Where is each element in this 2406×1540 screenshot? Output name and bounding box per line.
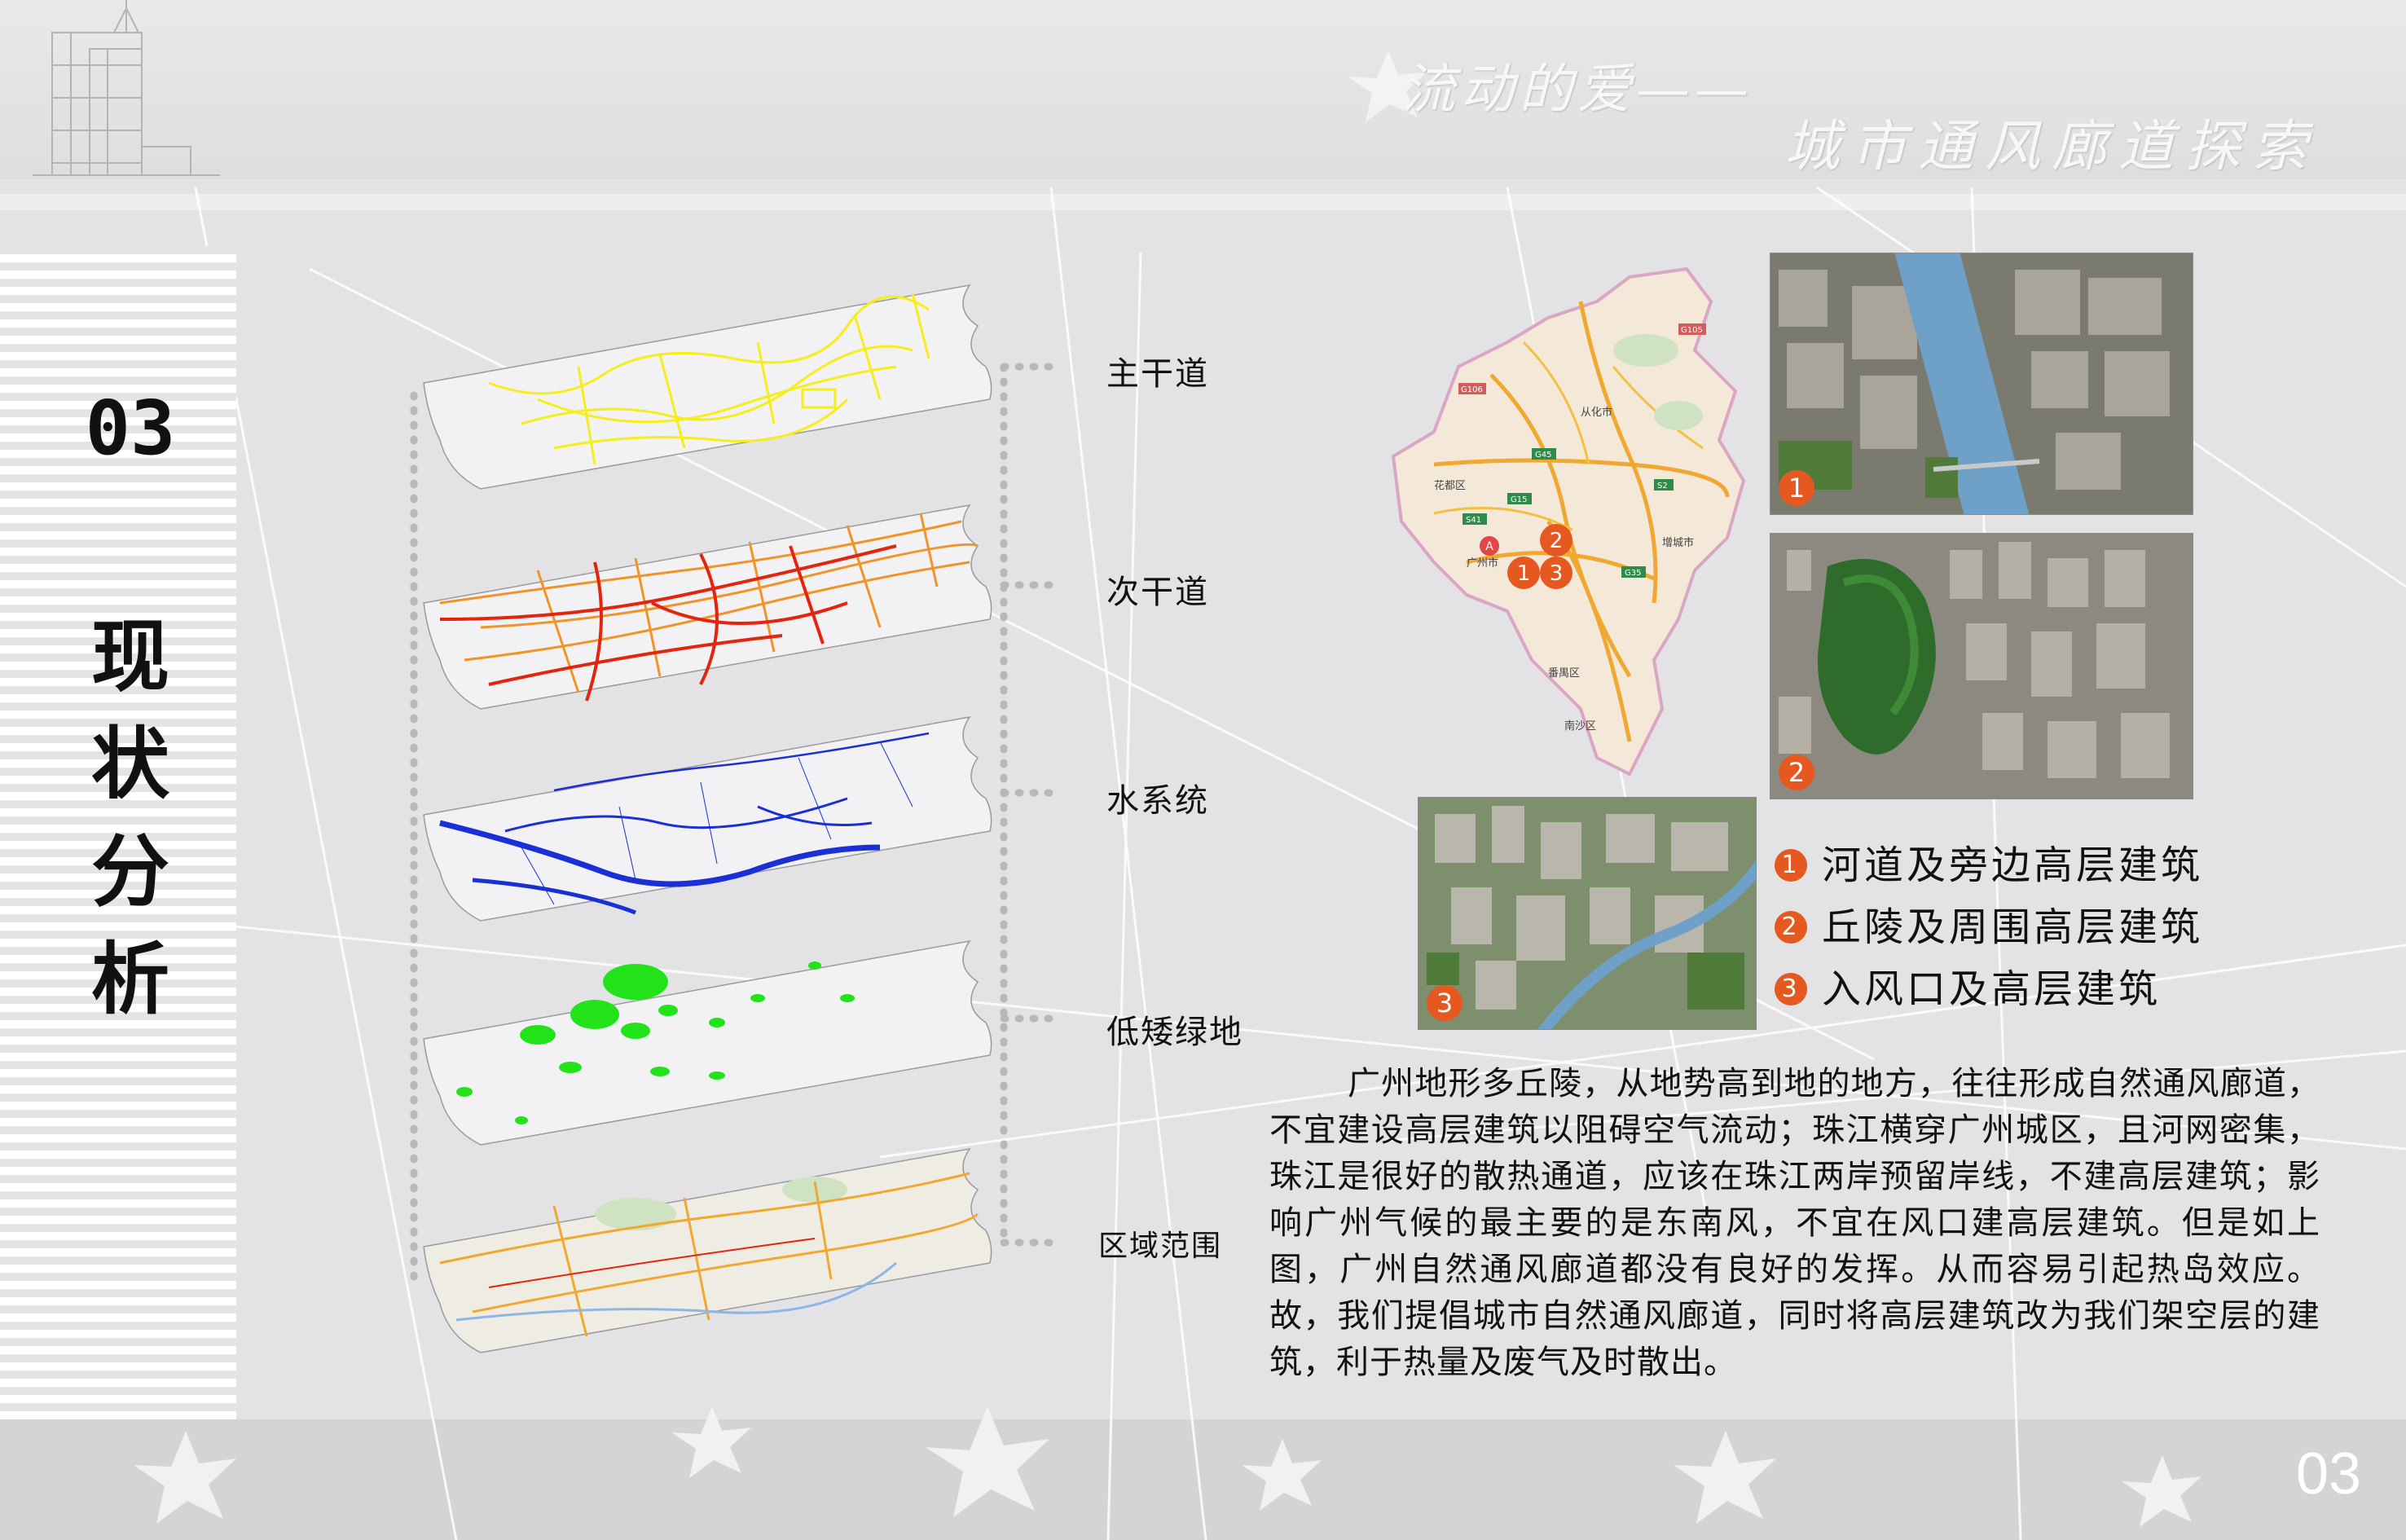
photo-badge: 3 (1427, 985, 1463, 1021)
aerial-photo-hill: 2 (1770, 533, 2193, 799)
section-title-char: 状 (91, 718, 169, 810)
map-road-code: S41 (1466, 516, 1481, 525)
map-road-code: G15 (1511, 495, 1527, 504)
layer-label-region: 区域范围 (1098, 1230, 1223, 1263)
layer-label-main-road: 主干道 (1106, 355, 1209, 393)
map-label: 花都区 (1434, 479, 1466, 492)
legend-text: 丘陵及周围高层建筑 (1822, 904, 2204, 950)
header-title-sub: 城市通风廊道探索 (1784, 115, 2320, 179)
building-sketch-logo (33, 0, 220, 176)
page-number: 03 (2296, 1441, 2362, 1507)
map-label: 从化市 (1581, 406, 1612, 419)
map-label: 增城市 (1662, 536, 1694, 549)
section-title-char: 分 (91, 825, 169, 917)
section-number: 03 (85, 385, 176, 472)
layer-label-secondary-road: 次干道 (1106, 574, 1209, 611)
legend-item: 2 丘陵及周围高层建筑 (1775, 895, 2203, 952)
map-road-code: G106 (1461, 385, 1483, 394)
map-marker-label: 1 (1517, 561, 1531, 586)
header-title-main: 流动的爱—— (1401, 58, 1753, 121)
section-title: 现 状 分 析 (90, 603, 171, 1033)
photo-badge: 2 (1779, 755, 1814, 790)
map-road-code: G105 (1681, 326, 1703, 335)
legend-text: 入风口及高层建筑 (1822, 966, 2162, 1012)
map-road-code: G35 (1625, 569, 1641, 578)
layer-label-water-system: 水系统 (1106, 782, 1209, 820)
guangzhou-map: 1 3 2 A 从化市 花都区 增城市 广州市 番禺区 南沙区 G105 G10… (1391, 266, 1746, 777)
map-marker-label: 3 (1550, 561, 1564, 586)
photo-badge: 1 (1779, 470, 1814, 506)
map-label: 番禺区 (1548, 667, 1580, 680)
legend-item: 3 入风口及高层建筑 (1775, 957, 2161, 1014)
map-label: 南沙区 (1564, 719, 1596, 733)
legend-text: 河道及旁边高层建筑 (1822, 843, 2204, 888)
map-road-code: S2 (1657, 482, 1668, 491)
aerial-photo-wind-inlet: 3 (1418, 797, 1757, 1030)
legend-number: 2 (1775, 910, 1807, 944)
analysis-paragraph: 广州地形多丘陵，从地势高到地的地方，往往形成自然通风廊道，不宜建设高层建筑以阻碍… (1269, 1065, 2320, 1381)
section-title-char: 现 (91, 610, 169, 702)
layer-label-green-space: 低矮绿地 (1106, 1014, 1243, 1051)
layer-stack-diagram (410, 284, 1055, 1353)
legend-item: 1 河道及旁边高层建筑 (1775, 833, 2203, 890)
legend-number: 3 (1775, 972, 1807, 1005)
legend-number: 1 (1775, 848, 1807, 882)
map-marker-label: 2 (1550, 529, 1564, 553)
aerial-photo-river: 1 (1770, 253, 2193, 515)
map-road-code: G45 (1535, 451, 1551, 460)
section-title-char: 析 (91, 933, 169, 1025)
map-pin-label: A (1485, 540, 1493, 553)
map-label: 广州市 (1467, 557, 1498, 570)
